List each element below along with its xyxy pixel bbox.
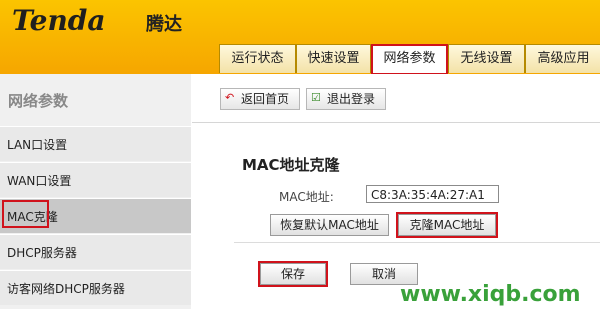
sidebar-item-label: 访客网络DHCP服务器 <box>7 282 125 296</box>
save-button[interactable]: 保存 <box>258 261 328 287</box>
sidebar-item-label: DHCP服务器 <box>7 246 77 260</box>
sidebar-item-label: WAN口设置 <box>7 174 72 188</box>
sidebar-item-wan[interactable]: WAN口设置 <box>0 162 191 197</box>
restore-default-mac-button[interactable]: 恢复默认MAC地址 <box>270 214 389 236</box>
main-content: ↶ 返回首页 ☑ 退出登录 MAC地址克隆 MAC地址: C8:3A:35:4A… <box>192 74 600 309</box>
tab-quick-setup[interactable]: 快速设置 <box>296 44 371 73</box>
highlight-box <box>2 200 49 228</box>
sidebar-item-lan[interactable]: LAN口设置 <box>0 126 191 161</box>
header-bar: Tenda 腾达 运行状态 快速设置 网络参数 无线设置 高级应用 <box>0 0 600 75</box>
tab-advanced[interactable]: 高级应用 <box>525 44 600 73</box>
sidebar-item-label: LAN口设置 <box>7 138 68 152</box>
logout-button[interactable]: ☑ 退出登录 <box>306 88 386 110</box>
sidebar-item-guest-dhcp[interactable]: 访客网络DHCP服务器 <box>0 270 191 305</box>
sidebar-title: 网络参数 <box>8 92 69 110</box>
home-button[interactable]: ↶ 返回首页 <box>220 88 300 110</box>
logout-icon: ☑ <box>311 91 321 104</box>
mac-address-label: MAC地址: <box>279 190 334 204</box>
sidebar: 网络参数 LAN口设置 WAN口设置 MAC克隆 DHCP服务器 访客网络DHC… <box>0 74 191 309</box>
tenda-logo: Tenda <box>12 4 106 37</box>
home-button-label: 返回首页 <box>241 92 290 106</box>
tab-status[interactable]: 运行状态 <box>219 44 296 73</box>
mac-address-input[interactable]: C8:3A:35:4A:27:A1 <box>366 185 499 203</box>
divider <box>192 122 600 123</box>
logout-button-label: 退出登录 <box>327 92 376 106</box>
watermark-text: www.xiqb.com <box>400 282 581 307</box>
page-title: MAC地址克隆 <box>242 156 340 174</box>
tenda-logo-cn: 腾达 <box>146 14 182 35</box>
divider <box>234 242 600 243</box>
home-icon: ↶ <box>225 91 235 104</box>
tab-network-params[interactable]: 网络参数 <box>371 44 448 75</box>
tab-wireless[interactable]: 无线设置 <box>448 44 525 73</box>
clone-mac-button[interactable]: 克隆MAC地址 <box>396 212 498 238</box>
sidebar-item-dhcp[interactable]: DHCP服务器 <box>0 234 191 269</box>
